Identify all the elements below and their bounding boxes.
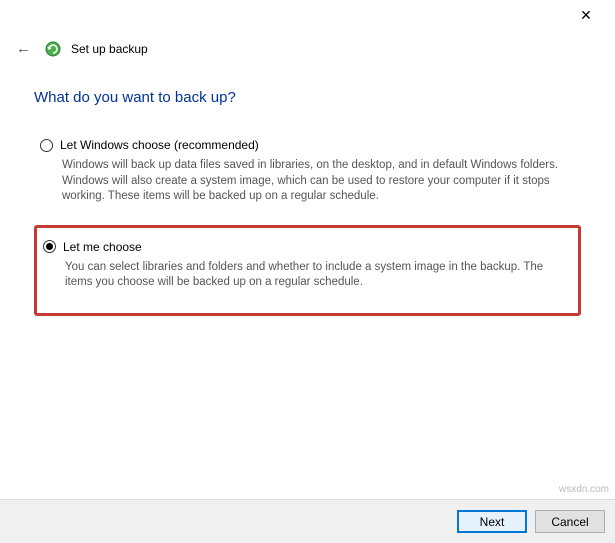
option-windows-choose[interactable]: Let Windows choose (recommended) Windows… bbox=[34, 128, 581, 215]
content-area: What do you want to back up? Let Windows… bbox=[0, 59, 615, 316]
radio-let-me-choose[interactable] bbox=[43, 240, 56, 253]
title-bar: ✕ bbox=[0, 0, 615, 30]
option-windows-choose-desc: Windows will back up data files saved in… bbox=[62, 158, 563, 205]
option-let-me-choose-desc: You can select libraries and folders and… bbox=[65, 260, 560, 291]
cancel-button[interactable]: Cancel bbox=[535, 510, 605, 533]
back-arrow-icon[interactable]: ← bbox=[12, 38, 35, 59]
option-let-me-choose[interactable]: Let me choose You can select libraries a… bbox=[34, 225, 581, 316]
close-icon[interactable]: ✕ bbox=[571, 7, 601, 24]
radio-windows-choose[interactable] bbox=[40, 139, 53, 152]
option-windows-choose-label: Let Windows choose (recommended) bbox=[60, 138, 259, 152]
header: ← Set up backup bbox=[0, 30, 615, 59]
next-button[interactable]: Next bbox=[457, 510, 527, 533]
option-let-me-choose-label: Let me choose bbox=[63, 240, 142, 254]
backup-icon bbox=[45, 41, 61, 57]
page-heading: What do you want to back up? bbox=[34, 89, 581, 106]
footer: Next Cancel bbox=[0, 499, 615, 543]
watermark: wsxdn.com bbox=[559, 484, 609, 495]
window-title: Set up backup bbox=[71, 42, 148, 56]
